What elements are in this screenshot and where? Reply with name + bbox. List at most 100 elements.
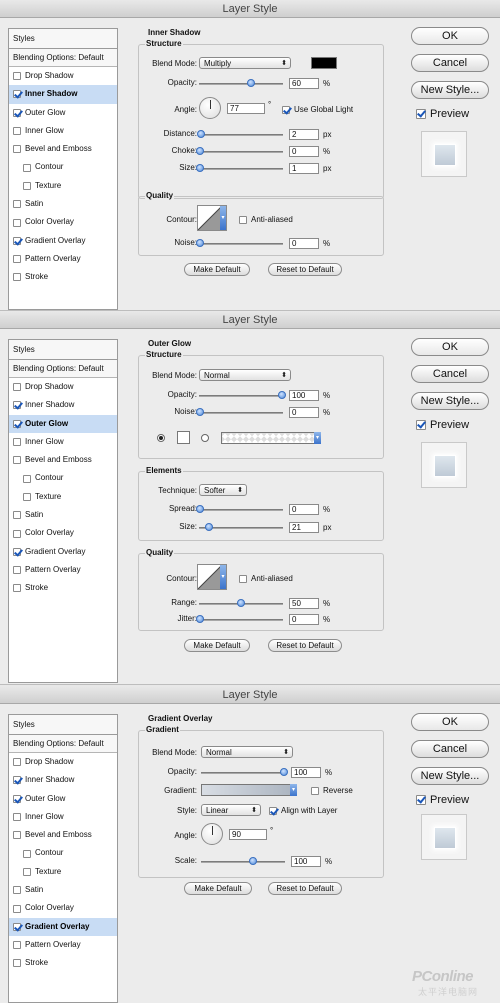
opacity-input[interactable]: 100 [289, 390, 319, 401]
preview-checkbox[interactable]: Preview [416, 108, 469, 120]
checkbox-icon[interactable] [23, 474, 31, 483]
preview-checkbox[interactable]: Preview [416, 419, 469, 431]
align-layer-checkbox[interactable]: Align with Layer [269, 806, 337, 815]
style-item-stroke[interactable]: Stroke [9, 268, 117, 286]
angle-dial[interactable] [199, 97, 221, 119]
style-item-inner-glow[interactable]: Inner Glow [9, 433, 117, 451]
reset-default-button[interactable]: Reset to Default [268, 263, 342, 276]
check-icon[interactable] [13, 108, 21, 117]
style-item-gradient-overlay[interactable]: Gradient Overlay [9, 232, 117, 250]
style-item-stroke[interactable]: Stroke [9, 954, 117, 972]
style-item-texture[interactable]: Texture [9, 488, 117, 506]
blend-mode-select[interactable]: Normal ⬍ [201, 746, 293, 758]
checkbox-icon[interactable] [23, 867, 31, 876]
checkbox-icon[interactable] [13, 758, 21, 767]
style-item-gradient-overlay[interactable]: Gradient Overlay [9, 917, 117, 936]
opacity-slider[interactable] [199, 391, 286, 399]
distance-input[interactable]: 2 [289, 129, 319, 140]
opacity-slider-knob[interactable] [280, 768, 288, 776]
angle-dial[interactable] [201, 823, 223, 845]
noise-input[interactable]: 0 [289, 238, 319, 249]
scale-slider-knob[interactable] [249, 857, 257, 865]
spread-slider[interactable] [196, 505, 283, 513]
style-item-stroke[interactable]: Stroke [9, 579, 117, 597]
reverse-checkbox[interactable]: Reverse [311, 786, 353, 795]
size-slider[interactable] [199, 523, 283, 531]
cancel-button[interactable]: Cancel [411, 365, 489, 383]
style-item-texture[interactable]: Texture [9, 177, 117, 195]
anti-aliased-checkbox[interactable]: Anti-aliased [239, 574, 293, 583]
style-item-drop-shadow[interactable]: Drop Shadow [9, 753, 117, 771]
new-style-button[interactable]: New Style... [411, 392, 489, 410]
check-icon[interactable] [13, 419, 21, 428]
new-style-button[interactable]: New Style... [411, 81, 489, 99]
checkbox-icon[interactable] [23, 492, 31, 501]
spread-input[interactable]: 0 [289, 504, 319, 515]
angle-input[interactable]: 90 [229, 829, 267, 840]
checkbox-icon[interactable] [13, 529, 21, 538]
checkbox-icon[interactable] [13, 383, 21, 392]
ok-button[interactable]: OK [411, 713, 489, 731]
style-item-drop-shadow[interactable]: Drop Shadow [9, 378, 117, 396]
style-item-inner-shadow[interactable]: Inner Shadow [9, 771, 117, 789]
checkbox-icon[interactable] [13, 813, 21, 822]
style-item-pattern-overlay[interactable]: Pattern Overlay [9, 561, 117, 579]
checkbox-icon[interactable] [13, 127, 21, 136]
jitter-slider[interactable] [196, 615, 283, 623]
styles-header[interactable]: Styles [9, 29, 117, 49]
ok-button[interactable]: OK [411, 27, 489, 45]
gradient-picker[interactable]: ▾ [201, 784, 297, 796]
style-item-satin[interactable]: Satin [9, 506, 117, 524]
check-icon[interactable] [13, 794, 21, 803]
checkbox-icon[interactable] [13, 200, 21, 209]
check-icon[interactable] [13, 236, 21, 245]
make-default-button[interactable]: Make Default [184, 263, 250, 276]
checkbox-icon[interactable] [13, 959, 21, 968]
checkbox-icon[interactable] [13, 886, 21, 895]
style-item-bevel-and-emboss[interactable]: Bevel and Emboss [9, 826, 117, 844]
style-item-bevel-and-emboss[interactable]: Bevel and Emboss [9, 451, 117, 469]
angle-input[interactable]: 77 [227, 103, 265, 114]
reset-default-button[interactable]: Reset to Default [268, 882, 342, 895]
style-item-color-overlay[interactable]: Color Overlay [9, 524, 117, 542]
reset-default-button[interactable]: Reset to Default [268, 639, 342, 652]
checkbox-icon[interactable] [13, 72, 21, 81]
style-item-gradient-overlay[interactable]: Gradient Overlay [9, 543, 117, 561]
style-item-satin[interactable]: Satin [9, 195, 117, 213]
technique-select[interactable]: Softer ⬍ [199, 484, 247, 496]
blending-options-item[interactable]: Blending Options: Default [9, 360, 117, 378]
blend-mode-select[interactable]: Multiply ⬍ [199, 57, 291, 69]
style-select[interactable]: Linear ⬍ [201, 804, 261, 816]
checkbox-icon[interactable] [13, 584, 21, 593]
checkbox-icon[interactable] [13, 145, 21, 154]
style-item-outer-glow[interactable]: Outer Glow [9, 790, 117, 808]
opacity-input[interactable]: 100 [291, 767, 321, 778]
size-slider-knob[interactable] [196, 164, 204, 172]
checkbox-icon[interactable] [13, 831, 21, 840]
check-icon[interactable] [13, 90, 21, 99]
opacity-slider-knob[interactable] [278, 391, 286, 399]
checkbox-icon[interactable] [13, 904, 21, 913]
cancel-button[interactable]: Cancel [411, 740, 489, 758]
range-input[interactable]: 50 [289, 598, 319, 609]
style-item-inner-glow[interactable]: Inner Glow [9, 808, 117, 826]
jitter-slider-knob[interactable] [196, 615, 204, 623]
size-input[interactable]: 1 [289, 163, 319, 174]
noise-slider-knob[interactable] [196, 408, 204, 416]
checkbox-icon[interactable] [13, 511, 21, 520]
make-default-button[interactable]: Make Default [184, 882, 252, 895]
noise-input[interactable]: 0 [289, 407, 319, 418]
check-icon[interactable] [13, 401, 21, 410]
checkbox-icon[interactable] [13, 941, 21, 950]
checkbox-icon[interactable] [13, 218, 21, 227]
opacity-slider[interactable] [199, 79, 283, 87]
preview-checkbox[interactable]: Preview [416, 794, 469, 806]
checkbox-icon[interactable] [13, 456, 21, 465]
range-slider[interactable] [199, 599, 283, 607]
noise-slider[interactable] [196, 408, 283, 416]
checkbox-icon[interactable] [13, 273, 21, 282]
checkbox-icon[interactable] [23, 163, 31, 172]
glow-gradient-picker[interactable]: ▾ [221, 432, 321, 444]
choke-slider-knob[interactable] [196, 147, 204, 155]
cancel-button[interactable]: Cancel [411, 54, 489, 72]
